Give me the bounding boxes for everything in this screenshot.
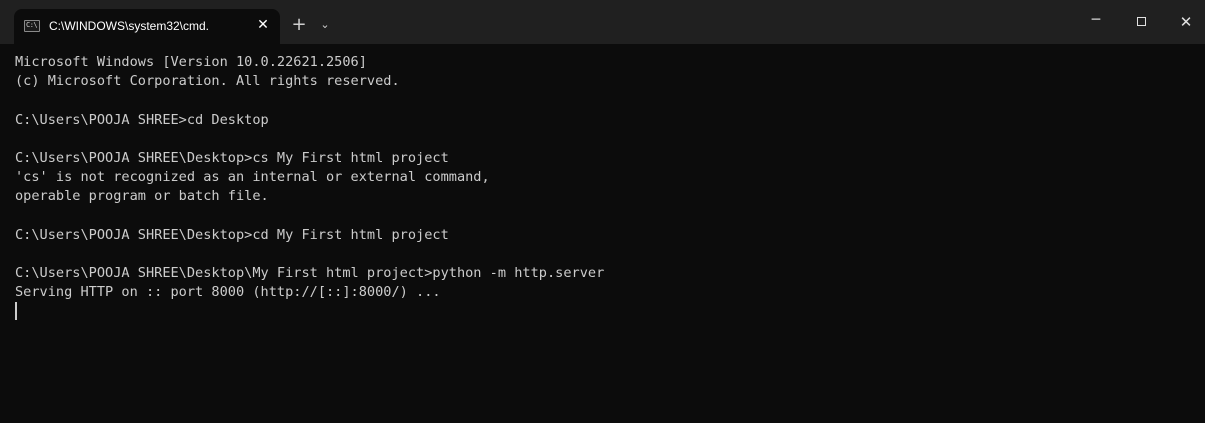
close-window-button[interactable]: ✕	[1163, 0, 1205, 44]
cmd-icon: C:\	[24, 20, 40, 32]
terminal-line: operable program or batch file.	[15, 188, 269, 205]
cmd-icon-glyph: C:\	[26, 21, 38, 29]
terminal-line: C:\Users\POOJA SHREE>cd Desktop	[15, 111, 269, 128]
terminal-line: C:\Users\POOJA SHREE\Desktop>cs My First…	[15, 149, 449, 166]
maximize-icon	[1137, 17, 1146, 26]
text-cursor	[15, 302, 17, 321]
terminal-line: C:\Users\POOJA SHREE\Desktop>cd My First…	[15, 226, 449, 243]
terminal-line: (c) Microsoft Corporation. All rights re…	[15, 73, 400, 90]
terminal-output[interactable]: Microsoft Windows [Version 10.0.22621.25…	[15, 53, 1195, 413]
tab-title: C:\WINDOWS\system32\cmd.	[49, 19, 210, 33]
tab-close-icon[interactable]: ✕	[253, 15, 273, 35]
terminal-line: Serving HTTP on :: port 8000 (http://[::…	[15, 284, 441, 301]
terminal-line: C:\Users\POOJA SHREE\Desktop\My First ht…	[15, 265, 605, 282]
new-tab-plus-icon[interactable]: +	[288, 14, 310, 36]
tab-cmd[interactable]: C:\ C:\WINDOWS\system32\cmd. ✕	[14, 9, 280, 44]
terminal-window: C:\ C:\WINDOWS\system32\cmd. ✕ + ⌄ ─ ✕ M…	[0, 0, 1205, 423]
prompt-line[interactable]	[15, 302, 1195, 321]
chevron-down-icon[interactable]: ⌄	[316, 14, 334, 36]
terminal-line: Microsoft Windows [Version 10.0.22621.25…	[15, 54, 367, 70]
title-bar[interactable]: C:\ C:\WINDOWS\system32\cmd. ✕ + ⌄ ─ ✕	[0, 0, 1205, 44]
maximize-button[interactable]	[1119, 0, 1165, 44]
terminal-line: 'cs' is not recognized as an internal or…	[15, 169, 490, 186]
minimize-button[interactable]: ─	[1073, 0, 1119, 44]
